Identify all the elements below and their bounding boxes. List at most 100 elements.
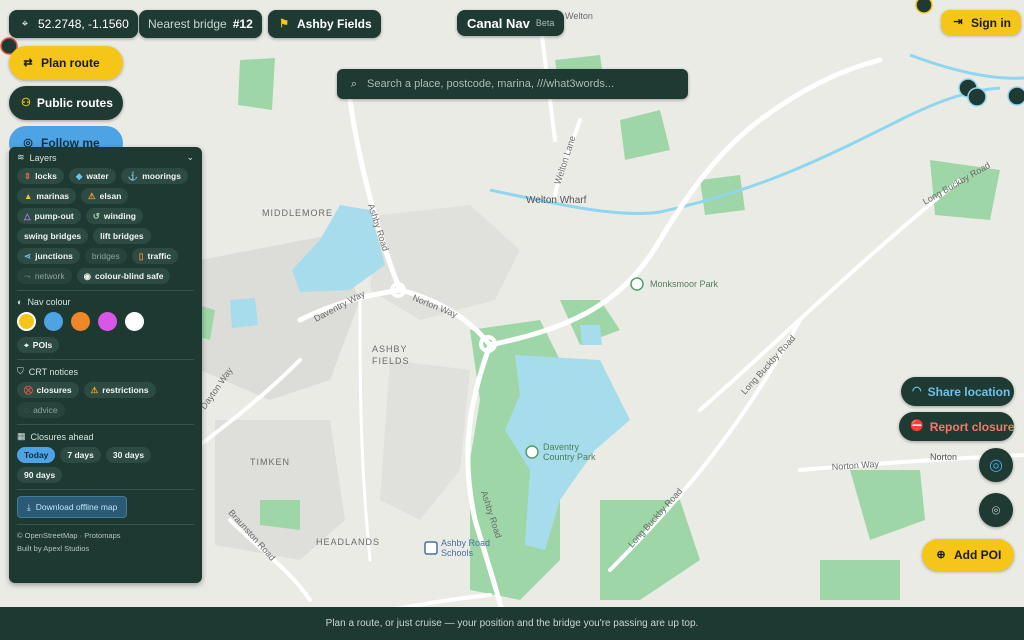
closure-icon: ⛒ xyxy=(24,384,33,395)
add-poi-label: Add POI xyxy=(954,548,1002,562)
nav-colour-swatch[interactable] xyxy=(125,312,144,331)
layer-chip[interactable]: ◉ colour-blind safe xyxy=(76,268,171,284)
share-location-button[interactable]: ◠ Share location xyxy=(901,377,1014,406)
map-label-welton: Welton xyxy=(565,11,593,21)
app-title: Canal Nav xyxy=(467,15,530,31)
roadblock-icon: ⛔ xyxy=(910,420,924,432)
layer-chip[interactable]: ▲ marinas xyxy=(17,188,77,204)
chevron-down-icon[interactable]: ⌄ xyxy=(186,152,194,163)
nav-colour-swatches xyxy=(17,312,194,331)
calendar-icon: ▦ xyxy=(17,431,26,441)
sign-in-icon: ⇥ xyxy=(953,16,963,28)
crt-chip[interactable]: ⚠ restrictions xyxy=(83,382,156,398)
pin-icon: ⌾ xyxy=(991,501,1001,518)
pin-icon: ⌖ xyxy=(24,339,29,350)
layer-label: marinas xyxy=(36,191,70,201)
crt-chip-list: ⛒ closures ⚠ restrictions ◌ advice xyxy=(17,382,194,418)
map-label-middlemore: MIDDLEMORE xyxy=(262,208,333,218)
closure-range-chip[interactable]: 30 days xyxy=(105,447,152,463)
crosshair-icon: ◎ xyxy=(989,457,1003,474)
map-label-ashby-school-2: Schools xyxy=(441,548,474,558)
map-label-daventry-cp-2: Country Park xyxy=(543,452,596,462)
plan-route-button[interactable]: ⇄ Plan route xyxy=(9,46,123,80)
report-closure-button[interactable]: ⛔ Report closure xyxy=(899,412,1014,441)
layers-chip-list: ⇕ locks ◆ water ⚓ moorings ▲ marinas ⚠ elsan △ pump… xyxy=(17,168,194,284)
place-chip[interactable]: ⚑ Ashby Fields xyxy=(268,10,381,38)
water-drop-icon: ◆ xyxy=(75,170,83,181)
junction-icon: ⋖ xyxy=(24,250,32,261)
location-tag-icon: ⚑ xyxy=(279,17,289,30)
layer-chip[interactable]: ⚠ elsan xyxy=(81,188,129,204)
park-marker-icon[interactable] xyxy=(630,277,644,291)
crosshair-icon: ⌖ xyxy=(21,17,29,30)
layer-chip[interactable]: ⚓ moorings xyxy=(120,168,188,184)
locate-me-button[interactable]: ◎ xyxy=(979,448,1013,482)
map-label-daventry-cp-1: Daventry xyxy=(543,442,580,452)
nearest-bridge-readout: Nearest bridge #12 xyxy=(139,10,262,38)
search-bar[interactable]: ⌕ Search a place, postcode, marina, ///w… xyxy=(337,69,688,99)
nav-colour-swatch[interactable] xyxy=(71,312,90,331)
search-input[interactable]: Search a place, postcode, marina, ///wha… xyxy=(367,78,614,90)
divider xyxy=(17,290,194,291)
layer-chip[interactable]: swing bridges xyxy=(17,228,89,244)
pump-out-icon: △ xyxy=(24,210,31,221)
nav-colour-title: Nav colour xyxy=(27,297,71,307)
map-label-ashby-school-1: Ashby Road xyxy=(441,538,490,548)
sign-in-button[interactable]: ⇥ Sign in xyxy=(941,10,1021,35)
map-label-welton-wharf: Welton Wharf xyxy=(526,195,587,206)
closure-range-chip[interactable]: 7 days xyxy=(60,447,101,463)
park-marker-icon[interactable] xyxy=(525,445,539,459)
junction-marker-icon[interactable] xyxy=(967,87,987,107)
layers-icon: ≋ xyxy=(17,152,25,162)
marina-marker-icon[interactable] xyxy=(915,0,933,14)
public-routes-button[interactable]: ⚇ Public routes xyxy=(9,86,123,120)
layer-label: bridges xyxy=(91,251,120,261)
crt-title: CRT notices xyxy=(28,366,78,377)
layer-chip[interactable]: ⋖ junctions xyxy=(17,248,80,264)
layer-label: junctions xyxy=(35,251,73,261)
map-label-timken: TIMKEN xyxy=(250,457,290,467)
water-marker-icon[interactable] xyxy=(1007,86,1024,106)
sign-in-label: Sign in xyxy=(971,15,1011,30)
network-icon: ⤳ xyxy=(24,270,31,281)
coordinates-readout: ⌖ 52.2748, -1.1560 xyxy=(9,10,138,38)
school-marker-icon[interactable] xyxy=(424,541,438,555)
layer-chip[interactable]: ▯ traffic xyxy=(131,248,179,264)
closures-header: ▦ Closures ahead xyxy=(17,431,194,442)
crt-chip[interactable]: ⛒ closures xyxy=(17,382,79,398)
layer-chip[interactable]: lift bridges xyxy=(93,228,151,244)
nav-colour-header: ◐ Nav colour xyxy=(17,297,194,307)
layer-chip[interactable]: ⇕ locks xyxy=(17,168,64,184)
warning-triangle-icon: ⚠ xyxy=(88,190,96,201)
nav-colour-swatch[interactable] xyxy=(17,312,36,331)
winding-icon: ↺ xyxy=(92,210,100,221)
app-title-chip: Canal Nav Beta xyxy=(457,10,565,36)
layers-title: Layers xyxy=(29,152,57,163)
layer-chip[interactable]: △ pump-out xyxy=(17,208,81,224)
palette-icon: ◐ xyxy=(17,297,23,307)
layers-header[interactable]: ≋ Layers ⌄ xyxy=(17,152,194,163)
layer-chip[interactable]: ↺ winding xyxy=(85,208,143,224)
app-beta-badge: Beta xyxy=(535,18,555,28)
crt-label: restrictions xyxy=(102,385,149,395)
download-offline-button[interactable]: ⤓ Download offline map xyxy=(17,496,128,518)
share-location-label: Share location xyxy=(927,384,1011,399)
nav-colour-swatch[interactable] xyxy=(44,312,63,331)
crt-chip[interactable]: ◌ advice xyxy=(17,402,65,418)
plan-route-label: Plan route xyxy=(41,56,100,70)
layer-chip[interactable]: ◆ water xyxy=(68,168,116,184)
nearest-bridge-label: Nearest bridge xyxy=(148,17,227,31)
add-poi-button[interactable]: ⊕ Add POI xyxy=(922,539,1014,571)
drop-pin-button[interactable]: ⌾ xyxy=(979,493,1013,527)
attribution: © OpenStreetMap · Protomaps xyxy=(17,531,121,540)
layer-chip[interactable]: bridges xyxy=(84,248,127,264)
pois-toggle[interactable]: ⌖ POIs xyxy=(17,337,60,353)
add-pin-icon: ⊕ xyxy=(936,548,946,561)
layer-chip[interactable]: ⤳ network xyxy=(17,268,72,284)
closure-range-chip[interactable]: Today xyxy=(17,447,56,463)
layer-label: swing bridges xyxy=(24,231,82,241)
nav-colour-swatch[interactable] xyxy=(98,312,117,331)
lock-icon: ⇕ xyxy=(24,170,32,181)
closure-range-chip[interactable]: 90 days xyxy=(17,467,63,483)
layer-label: moorings xyxy=(142,171,181,181)
